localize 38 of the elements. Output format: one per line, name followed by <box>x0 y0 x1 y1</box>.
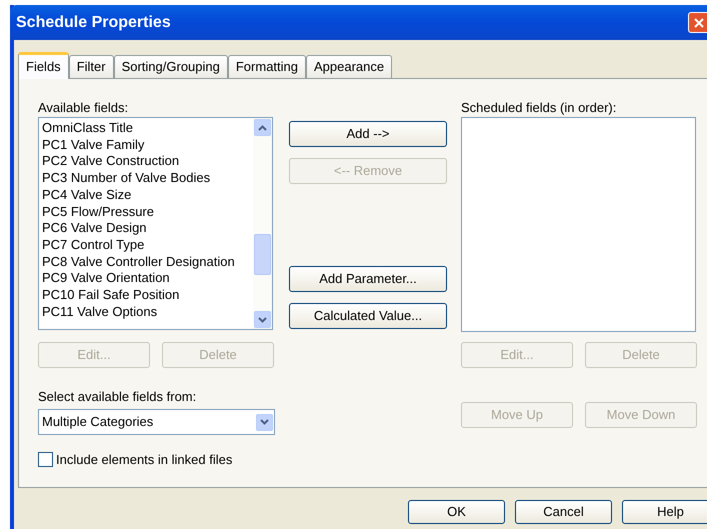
scrollbar[interactable] <box>253 118 272 329</box>
close-button[interactable] <box>688 12 707 33</box>
scroll-down-icon[interactable] <box>254 311 271 328</box>
scroll-thumb[interactable] <box>254 234 271 275</box>
list-item[interactable]: PC6 Valve Design <box>42 220 253 237</box>
scroll-up-icon[interactable] <box>254 119 271 136</box>
scheduled-fields-list[interactable] <box>461 117 696 332</box>
tab[interactable]: Formatting <box>228 55 306 78</box>
button[interactable]: OK <box>408 500 505 524</box>
tab[interactable]: Sorting/Grouping <box>114 55 228 78</box>
list-item[interactable]: PC1 Valve Family <box>42 136 253 154</box>
checkbox[interactable] <box>38 452 53 468</box>
list-item[interactable]: PC3 Number of Valve Bodies <box>42 170 253 187</box>
button[interactable]: Cancel <box>515 500 612 524</box>
button[interactable]: Calculated Value... <box>289 303 447 329</box>
list-item[interactable]: PC10 Fail Safe Position <box>42 287 253 304</box>
list-item[interactable]: PC7 Control Type <box>42 236 253 254</box>
field-label: Available fields: <box>38 99 130 117</box>
button[interactable]: Add Parameter... <box>289 266 447 292</box>
list-item[interactable]: OmniClass Title <box>42 120 253 137</box>
list-item[interactable]: PC8 Valve Controller Designation <box>42 254 253 270</box>
list-item[interactable]: PC5 Flow/Pressure <box>42 204 253 220</box>
tab[interactable]: Fields <box>18 52 69 79</box>
list-item[interactable]: PC2 Valve Construction <box>42 153 253 170</box>
list-item[interactable]: PC4 Valve Size <box>42 186 253 204</box>
list-item[interactable]: PC9 Valve Orientation <box>42 270 253 288</box>
list-item[interactable]: PC11 Valve Options <box>42 304 253 320</box>
tab[interactable]: Appearance <box>306 55 392 78</box>
button[interactable]: Add --> <box>289 121 447 147</box>
button[interactable]: Help <box>622 500 707 524</box>
tab[interactable]: Filter <box>68 55 114 78</box>
field-label: Scheduled fields (in order): <box>461 99 618 117</box>
available-fields-list[interactable] <box>38 117 273 330</box>
window-title: Schedule Properties <box>16 12 171 32</box>
field-label: Select available fields from: <box>38 388 198 406</box>
checkbox-label: Include elements in linked files <box>56 451 232 469</box>
close-icon <box>694 18 704 28</box>
source-dropdown[interactable]: Multiple Categories <box>38 409 275 435</box>
